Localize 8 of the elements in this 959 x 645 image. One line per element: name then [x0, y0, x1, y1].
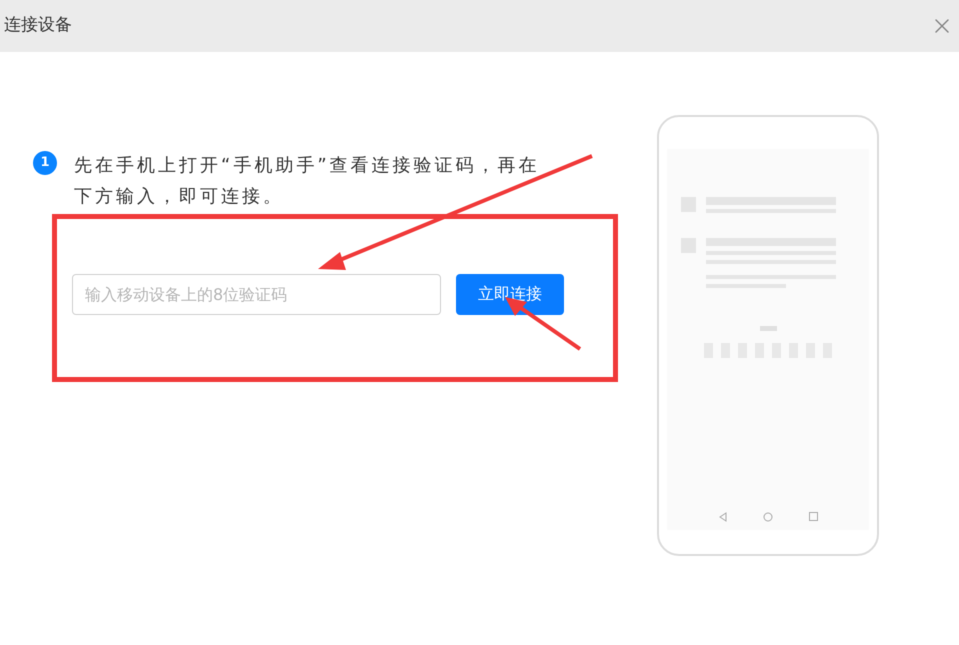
recents-icon	[808, 512, 818, 521]
window-title: 连接设备	[4, 14, 72, 38]
back-icon	[718, 512, 726, 522]
home-icon	[762, 512, 772, 522]
placeholder-dash	[760, 326, 776, 331]
code-input-field[interactable]: 输入移动设备上的8位验证码	[72, 274, 441, 314]
instruction-text: 先在手机上打开“手机助手”查看连接验证码，再在下方输入，即可连接。	[74, 154, 541, 209]
step-number-badge: 1	[33, 151, 57, 175]
